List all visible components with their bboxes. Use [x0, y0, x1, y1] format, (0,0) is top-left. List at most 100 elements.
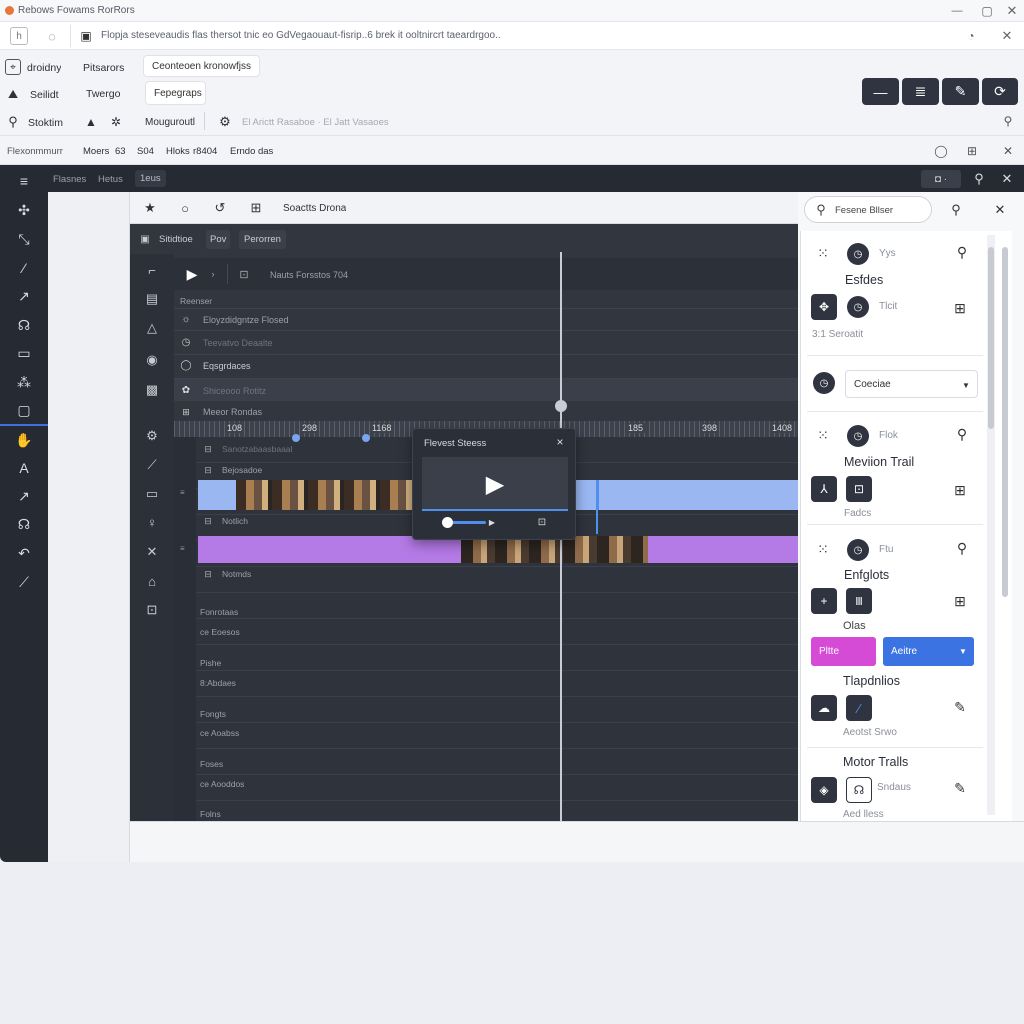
track-label[interactable]: Notlich [222, 516, 248, 526]
mountain-icon[interactable]: ⛰ [5, 86, 21, 102]
small-arrow-icon[interactable]: › [206, 265, 220, 283]
pen-button[interactable]: ✎ [942, 78, 979, 105]
search-icon[interactable]: ⚲ [948, 202, 964, 218]
grid-dots-icon[interactable]: ⁙ [813, 539, 833, 559]
search-icon[interactable]: ⚲ [953, 243, 971, 261]
grid-dots-icon[interactable]: ⁙ [813, 425, 833, 445]
rectangle-icon[interactable]: ▭ [13, 342, 35, 364]
lasso-icon[interactable]: ☊ [846, 777, 872, 803]
target-icon[interactable]: ◉ [141, 349, 163, 371]
track-icon[interactable]: ⊟ [202, 568, 214, 580]
track-label[interactable]: Notmds [222, 569, 251, 579]
editor-tab[interactable]: Flasnes [53, 174, 86, 185]
clock-icon[interactable]: ◷ [813, 372, 835, 394]
toolbar2-item[interactable]: Pov [206, 230, 231, 249]
lower-row-label[interactable]: ce Aooddos [200, 779, 244, 789]
wand-icon[interactable]: ⟋ [141, 454, 163, 476]
ribbon-item-label[interactable]: Seilidt [30, 89, 59, 101]
keyframe-dot[interactable] [292, 434, 300, 442]
settings-icon[interactable]: ◔ [962, 27, 980, 45]
clip-marker[interactable] [596, 480, 599, 510]
timer-icon[interactable]: ◷ [847, 296, 869, 318]
export-icon[interactable]: ⊡ [141, 599, 163, 621]
close-icon[interactable]: ✕ [992, 202, 1008, 218]
pen-icon[interactable]: ✎ [951, 698, 969, 716]
sparkle-icon[interactable]: ✲ [108, 114, 124, 130]
pen-icon[interactable]: ↗ [13, 485, 35, 507]
url-text[interactable]: Flopja steseveaudis flas thersot tnic eo… [101, 30, 501, 41]
grid-icon[interactable]: ⊞ [951, 481, 969, 499]
frame-icon[interactable]: ⊡ [846, 476, 872, 502]
flame-icon[interactable]: ▲ [83, 114, 99, 130]
track-icon[interactable]: ⊟ [202, 515, 214, 527]
list-button[interactable]: ≣ [902, 78, 939, 105]
lower-row-label[interactable]: Fonrotaas [200, 607, 238, 617]
layer-label[interactable]: Shiceooo Rotitz [203, 386, 266, 396]
search-icon[interactable]: ⚲ [970, 170, 988, 188]
undo-icon[interactable]: ↶ [13, 542, 35, 564]
bulb-icon[interactable]: ♀ [141, 511, 163, 533]
comment-icon[interactable]: ▭ [141, 483, 163, 505]
cloud-icon[interactable]: ☁ [811, 695, 837, 721]
plus-icon[interactable]: + [811, 588, 837, 614]
sun-icon[interactable]: ☼ [180, 313, 192, 325]
scrollbar-thumb[interactable] [1002, 247, 1008, 597]
person-icon[interactable]: ⅄ [811, 476, 837, 502]
search-icon[interactable]: ⚲ [5, 114, 21, 130]
grid-icon[interactable]: ⊞ [964, 143, 980, 159]
close-icon[interactable]: ✕ [1000, 143, 1016, 159]
ribbon-item-label[interactable]: droidny [27, 62, 61, 74]
track-label[interactable]: Sanotzabaasbaaal [222, 444, 292, 454]
magic-icon[interactable]: ⁂ [13, 371, 35, 393]
drag-handle-icon[interactable]: ≡ [180, 488, 190, 497]
clock-icon[interactable]: ◷ [847, 243, 869, 265]
ribbon-pill[interactable]: Fepegraps [145, 81, 206, 105]
lower-row-label[interactable]: Pishe [200, 658, 221, 668]
grid-icon[interactable]: ⊞ [180, 406, 192, 418]
lower-row-label[interactable]: ce Eoesos [200, 627, 240, 637]
ribbon-item-label[interactable]: Stoktim [28, 117, 63, 129]
film-icon[interactable]: ▣ [138, 232, 152, 246]
clock-icon[interactable]: ◷ [847, 425, 869, 447]
close-icon[interactable]: × [553, 435, 567, 449]
refresh-button[interactable]: ⟳ [982, 78, 1018, 105]
rotate-icon[interactable]: ↺ [212, 200, 228, 216]
triangle-icon[interactable]: △ [141, 317, 163, 339]
ribbon-item-label[interactable]: Twergo [86, 88, 120, 100]
page-icon[interactable]: h [10, 27, 28, 45]
lower-row-label[interactable]: Foses [200, 759, 223, 769]
lower-row-label[interactable]: Fongts [200, 709, 226, 719]
transform-icon[interactable]: ✣ [13, 199, 35, 221]
circle-icon[interactable]: ○ [177, 200, 193, 216]
folder-icon[interactable]: ▢ [13, 399, 35, 421]
close-icon[interactable]: ✕ [998, 170, 1016, 188]
toolbar2-item[interactable]: Perorren [239, 230, 286, 249]
layer-label[interactable]: Eloyzdidgntze Flosed [203, 315, 289, 325]
toolbar2-item[interactable]: Sitidtioe [159, 234, 193, 245]
frame-icon[interactable]: ⊞ [248, 200, 264, 216]
chat-icon[interactable]: ◌ [43, 27, 61, 45]
ribbon-pill[interactable]: Ceonteoen kronowfjss [143, 55, 260, 77]
image-icon[interactable]: ▩ [141, 379, 163, 401]
maximize-icon[interactable]: ▢ [978, 2, 996, 20]
drag-handle-icon[interactable]: ≡ [180, 544, 190, 553]
editor-tab-active[interactable]: 1eus [135, 170, 166, 187]
minus-button[interactable]: — [862, 78, 899, 105]
crop-icon[interactable]: ⌐ [141, 259, 163, 281]
star-icon[interactable]: ★ [142, 200, 158, 216]
volume-slider-knob[interactable] [442, 517, 453, 528]
layer-label[interactable]: Eqsgrdaces [203, 361, 251, 371]
close-window-icon[interactable]: ✕ [1003, 2, 1021, 20]
line-icon[interactable]: ↗ [13, 285, 35, 307]
effect-dropdown[interactable]: Coeciae ▼ [845, 370, 978, 398]
shape-icon[interactable]: ☊ [13, 513, 35, 535]
gear-icon[interactable]: ⚙ [216, 113, 234, 131]
layers-icon[interactable]: ▤ [141, 288, 163, 310]
search-icon[interactable]: ⚲ [953, 425, 971, 443]
eyedropper-icon[interactable]: ⟋ [13, 571, 35, 593]
editor-tab[interactable]: Hetus [98, 174, 123, 185]
grid-dots-icon[interactable]: ⁙ [813, 243, 833, 263]
blue-button[interactable]: Aeitre ▼ [883, 637, 974, 666]
lasso-icon[interactable]: ☊ [13, 314, 35, 336]
eye-icon[interactable]: ◯ [933, 143, 949, 159]
